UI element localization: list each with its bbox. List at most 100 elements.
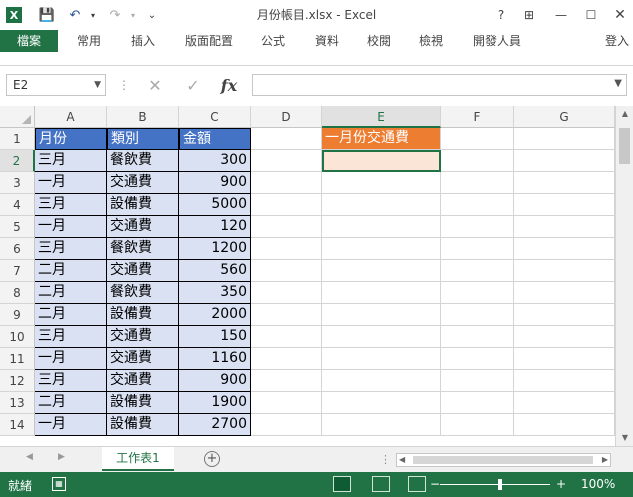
save-icon[interactable]: 💾	[38, 6, 56, 24]
insert-function-icon[interactable]: fx	[218, 75, 240, 95]
cell-b6[interactable]: 餐飲費	[107, 238, 179, 260]
cell-d13[interactable]	[251, 392, 322, 414]
maximize-button[interactable]: ☐	[582, 6, 600, 24]
row-header-9[interactable]: 9	[0, 304, 35, 326]
cell-g6[interactable]	[514, 238, 615, 260]
cell-f6[interactable]	[441, 238, 514, 260]
vertical-scroll-thumb[interactable]	[619, 128, 630, 164]
cell-e1[interactable]: 一月份交通費	[322, 128, 441, 150]
row-header-7[interactable]: 7	[0, 260, 35, 282]
scroll-up-icon[interactable]: ▲	[616, 106, 633, 122]
cancel-icon[interactable]: ✕	[144, 75, 166, 95]
cell-b14[interactable]: 設備費	[107, 414, 179, 436]
cell-c14[interactable]: 2700	[179, 414, 251, 436]
cell-e9[interactable]	[322, 304, 441, 326]
cell-d10[interactable]	[251, 326, 322, 348]
name-box[interactable]: E2 ▼	[6, 74, 106, 96]
horizontal-scrollbar[interactable]: ◀ ▶	[396, 453, 611, 467]
cell-g9[interactable]	[514, 304, 615, 326]
cell-e5[interactable]	[322, 216, 441, 238]
zoom-level[interactable]: 100%	[581, 477, 615, 491]
column-header-f[interactable]: F	[441, 106, 514, 128]
zoom-slider-thumb[interactable]	[498, 479, 502, 490]
cell-c6[interactable]: 1200	[179, 238, 251, 260]
customize-qat-icon[interactable]: ⌄	[146, 6, 158, 24]
cell-g10[interactable]	[514, 326, 615, 348]
row-header-3[interactable]: 3	[0, 172, 35, 194]
cell-f9[interactable]	[441, 304, 514, 326]
cell-e6[interactable]	[322, 238, 441, 260]
cell-c5[interactable]: 120	[179, 216, 251, 238]
cell-e10[interactable]	[322, 326, 441, 348]
row-header-12[interactable]: 12	[0, 370, 35, 392]
row-header-6[interactable]: 6	[0, 238, 35, 260]
cell-f10[interactable]	[441, 326, 514, 348]
cell-d2[interactable]	[251, 150, 322, 172]
redo-icon[interactable]: ↷	[106, 6, 124, 24]
cell-a6[interactable]: 三月	[35, 238, 107, 260]
cell-a13[interactable]: 二月	[35, 392, 107, 414]
cell-a11[interactable]: 一月	[35, 348, 107, 370]
tab-insert[interactable]: 插入	[122, 30, 164, 52]
column-header-d[interactable]: D	[251, 106, 322, 128]
cell-f14[interactable]	[441, 414, 514, 436]
cell-e3[interactable]	[322, 172, 441, 194]
cell-c12[interactable]: 900	[179, 370, 251, 392]
cell-e14[interactable]	[322, 414, 441, 436]
column-header-g[interactable]: G	[514, 106, 615, 128]
cell-b3[interactable]: 交通費	[107, 172, 179, 194]
cell-d3[interactable]	[251, 172, 322, 194]
cell-d9[interactable]	[251, 304, 322, 326]
cell-d5[interactable]	[251, 216, 322, 238]
cell-a8[interactable]: 二月	[35, 282, 107, 304]
cell-a14[interactable]: 一月	[35, 414, 107, 436]
enter-icon[interactable]: ✓	[182, 75, 204, 95]
cell-b11[interactable]: 交通費	[107, 348, 179, 370]
cell-c3[interactable]: 900	[179, 172, 251, 194]
select-all-corner[interactable]	[0, 106, 35, 128]
minimize-button[interactable]: —	[552, 6, 570, 24]
row-header-14[interactable]: 14	[0, 414, 35, 436]
help-button[interactable]: ?	[492, 6, 510, 24]
cell-c13[interactable]: 1900	[179, 392, 251, 414]
cell-d14[interactable]	[251, 414, 322, 436]
tab-view[interactable]: 檢視	[410, 30, 452, 52]
tab-formulas[interactable]: 公式	[252, 30, 294, 52]
row-header-2[interactable]: 2	[0, 150, 35, 172]
ribbon-display-options-icon[interactable]: ⊞	[520, 6, 538, 24]
page-layout-view-icon[interactable]	[372, 476, 390, 492]
cell-d1[interactable]	[251, 128, 322, 150]
sign-in-link[interactable]: 登入	[605, 30, 629, 52]
cell-b1[interactable]: 類別	[107, 128, 179, 150]
cell-a7[interactable]: 二月	[35, 260, 107, 282]
cell-c7[interactable]: 560	[179, 260, 251, 282]
sheet-prev-icon[interactable]: ◀	[26, 452, 33, 462]
page-break-view-icon[interactable]	[408, 476, 426, 492]
cell-f8[interactable]	[441, 282, 514, 304]
cell-f3[interactable]	[441, 172, 514, 194]
cell-g8[interactable]	[514, 282, 615, 304]
cell-a12[interactable]: 三月	[35, 370, 107, 392]
cell-g12[interactable]	[514, 370, 615, 392]
tab-home[interactable]: 常用	[68, 30, 110, 52]
cell-c4[interactable]: 5000	[179, 194, 251, 216]
vertical-scrollbar[interactable]: ▲ ▼	[615, 106, 633, 446]
cell-c9[interactable]: 2000	[179, 304, 251, 326]
cell-f1[interactable]	[441, 128, 514, 150]
column-header-a[interactable]: A	[35, 106, 107, 128]
tab-file[interactable]: 檔案	[0, 30, 58, 52]
cell-e8[interactable]	[322, 282, 441, 304]
cell-b12[interactable]: 交通費	[107, 370, 179, 392]
cell-c8[interactable]: 350	[179, 282, 251, 304]
cell-d11[interactable]	[251, 348, 322, 370]
cell-f12[interactable]	[441, 370, 514, 392]
cell-a1[interactable]: 月份	[35, 128, 107, 150]
row-header-13[interactable]: 13	[0, 392, 35, 414]
cell-g13[interactable]	[514, 392, 615, 414]
normal-view-icon[interactable]	[333, 476, 351, 492]
cell-g5[interactable]	[514, 216, 615, 238]
cell-e12[interactable]	[322, 370, 441, 392]
cell-a4[interactable]: 三月	[35, 194, 107, 216]
cell-f11[interactable]	[441, 348, 514, 370]
scroll-down-icon[interactable]: ▼	[616, 430, 633, 446]
